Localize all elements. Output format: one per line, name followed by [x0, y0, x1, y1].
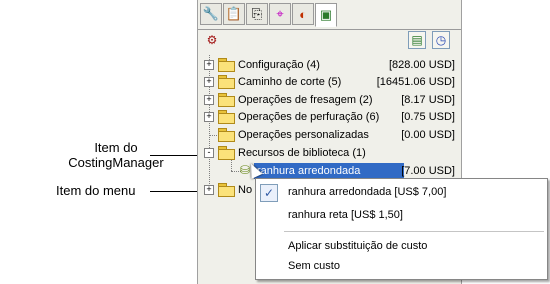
callout-line-2: CostingManager: [68, 155, 164, 170]
folder-icon: [218, 93, 235, 107]
tree-row[interactable]: - Recursos de biblioteca (1): [198, 144, 461, 162]
menu-item-ranhura-reta[interactable]: ranhura reta [US$ 1,50]: [288, 209, 403, 221]
check-icon: ✓: [260, 184, 278, 202]
collapse-icon[interactable]: -: [204, 148, 214, 158]
folder-open-icon: [218, 146, 235, 160]
tree-row-cost: [0.00 USD]: [401, 129, 455, 141]
costing-icon: ▣: [319, 7, 333, 22]
configuration-manager-tab[interactable]: ⎘: [246, 3, 268, 25]
expand-icon[interactable]: +: [204, 95, 214, 105]
tree-connector: [209, 135, 217, 136]
tree-row[interactable]: + Caminho de corte (5) [16451.06 USD]: [198, 73, 461, 91]
expand-icon[interactable]: +: [204, 60, 214, 70]
expand-icon[interactable]: +: [204, 112, 214, 122]
tree-row-cost: [16451.06 USD]: [376, 76, 455, 88]
tree-row-label: Recursos de biblioteca (1): [238, 147, 366, 159]
feature-manager-tab[interactable]: 🔧: [200, 3, 222, 25]
tree-row-label: Operações personalizadas: [238, 129, 369, 141]
display-manager-tab[interactable]: ◐: [292, 3, 314, 25]
tree-row-cost: [0.75 USD]: [401, 111, 455, 123]
folder-icon: [218, 75, 235, 89]
callout-line-1: Item do: [94, 140, 138, 155]
wrench-icon: 🔧: [202, 6, 220, 21]
menu-item-apply-override[interactable]: Aplicar substituição de custo: [288, 240, 427, 252]
tree-row-cost: [8.17 USD]: [401, 94, 455, 106]
costing-part-icon[interactable]: ⚙: [203, 31, 221, 49]
tree-row-label: Caminho de corte (5): [238, 76, 342, 88]
tree-row[interactable]: + Configuração (4) [828.00 USD]: [198, 56, 461, 74]
tree-row-label: Operações de fresagem (2): [238, 94, 373, 106]
property-icon: 📋: [225, 6, 243, 21]
configuration-icon: ⎘: [251, 6, 263, 21]
tree-row[interactable]: Operações personalizadas [0.00 USD]: [198, 126, 461, 144]
folder-icon: [218, 128, 235, 142]
tree-row-label: Operações de perfuração (6): [238, 111, 380, 123]
tree-row-cost: [828.00 USD]: [388, 59, 455, 71]
expand-icon[interactable]: +: [204, 185, 214, 195]
tree-row-label: Configuração (4): [238, 59, 320, 71]
dimxpert-manager-tab[interactable]: ⌖: [269, 3, 291, 25]
folder-icon: [218, 58, 235, 72]
template-button[interactable]: ▤: [408, 31, 426, 49]
costing-toolbar: ⚙ ▤ ◷: [198, 28, 461, 54]
menu-item-ranhura-arredondada[interactable]: ranhura arredondada [US$ 7,00]: [288, 186, 446, 198]
menu-item-no-cost[interactable]: Sem custo: [288, 260, 340, 272]
folder-icon: [218, 183, 235, 197]
clock-button[interactable]: ◷: [432, 31, 450, 49]
manager-tabs: 🔧 📋 ⎘ ⌖ ◐ ▣: [198, 3, 461, 30]
callout-menu-item: Item do menu: [56, 183, 136, 198]
property-manager-tab[interactable]: 📋: [223, 3, 245, 25]
color-wheel-icon: ◐: [299, 6, 307, 22]
expand-icon[interactable]: +: [204, 77, 214, 87]
tree-row[interactable]: + Operações de perfuração (6) [0.75 USD]: [198, 108, 461, 126]
tree-row[interactable]: + Operações de fresagem (2) [8.17 USD]: [198, 91, 461, 109]
crosshair-icon: ⌖: [276, 6, 284, 21]
tree-row-label: No: [238, 184, 253, 196]
costing-manager-tab[interactable]: ▣: [315, 3, 337, 27]
menu-separator: [284, 231, 544, 232]
context-menu: ✓ ranhura arredondada [US$ 7,00] ranhura…: [255, 178, 548, 280]
folder-icon: [218, 110, 235, 124]
tree-row-label-selected: ranhura arredondada: [254, 163, 404, 179]
